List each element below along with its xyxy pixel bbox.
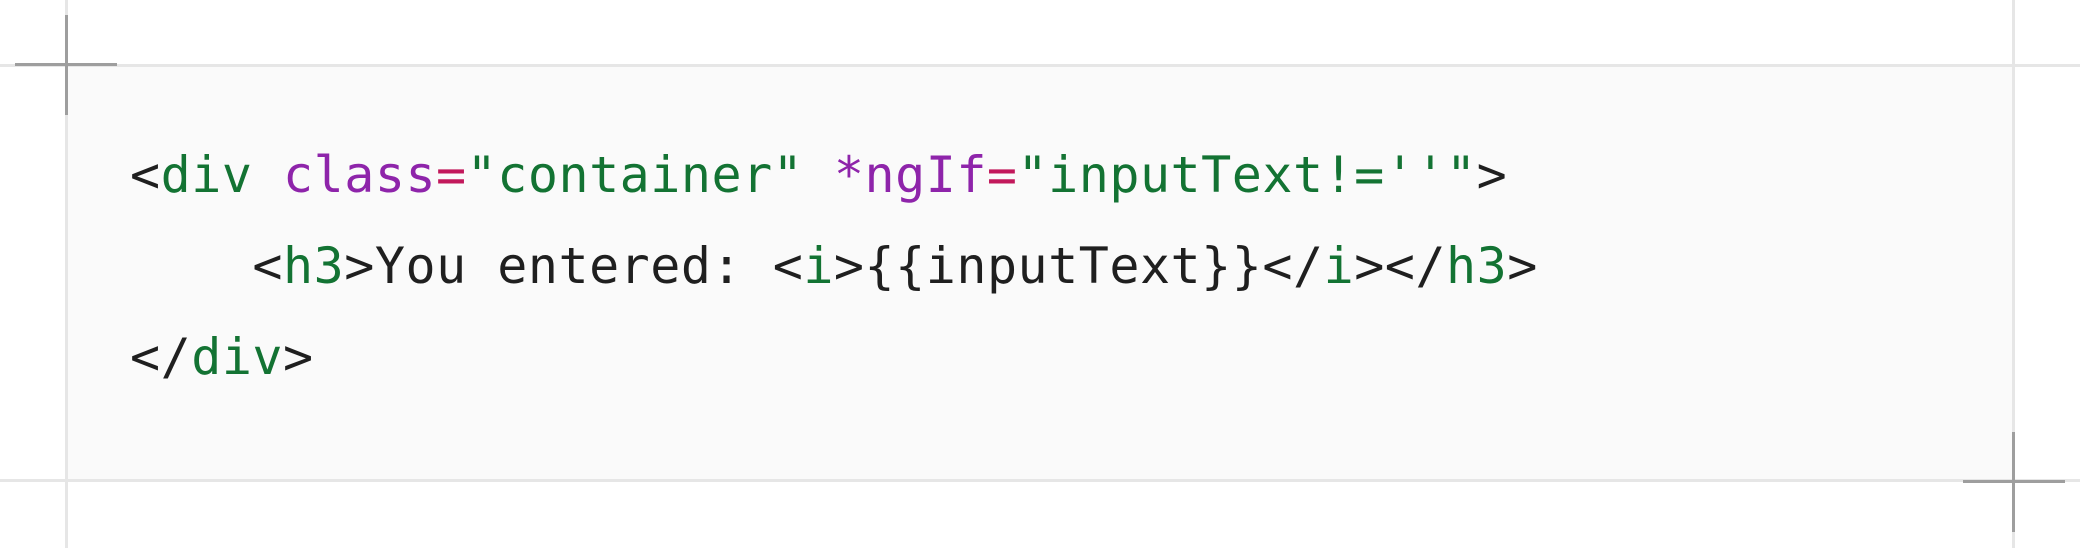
code-line: <div class="container" *ngIf="inputText!… [130,130,1538,221]
guide-line-bottom [0,479,2080,482]
code-attribute-name: *ngIf [833,146,987,204]
code-string-value: "container" [466,146,804,204]
canvas: <div class="container" *ngIf="inputText!… [0,0,2080,548]
code-punctuation: </ [130,328,192,386]
code-attribute-name: class [283,146,437,204]
code-line: <h3>You entered: <i>{{inputText}}</i></h… [130,221,1538,312]
code-text: You entered: [374,237,773,295]
crosshair-top-left-vertical [65,15,68,115]
code-equals-sign: = [436,146,467,204]
code-punctuation: < [130,146,161,204]
code-tag-name: div [160,146,253,204]
code-tag-name: i [1323,237,1355,295]
code-line: </div> [130,312,1538,403]
code-punctuation: ></ [1354,237,1447,295]
code-snippet[interactable]: <div class="container" *ngIf="inputText!… [130,130,1538,403]
code-string-value: "inputText!=''" [1017,146,1477,204]
code-punctuation: > [1476,146,1508,204]
code-punctuation: </ [1262,237,1324,295]
code-punctuation: > [344,237,375,295]
code-punctuation: > [283,328,314,386]
code-punctuation: < [772,237,804,295]
crosshair-bottom-right-vertical [2012,432,2015,532]
code-punctuation: > [1507,237,1538,295]
code-equals-sign: = [986,146,1018,204]
code-tag-name: h3 [1446,237,1508,295]
code-tag-name: i [803,237,834,295]
code-punctuation: < [252,237,284,295]
guide-line-top [0,64,2080,67]
code-punctuation: > [833,237,865,295]
code-tag-name: div [191,328,284,386]
code-tag-name: h3 [283,237,345,295]
code-text: {{inputText}} [864,237,1263,295]
